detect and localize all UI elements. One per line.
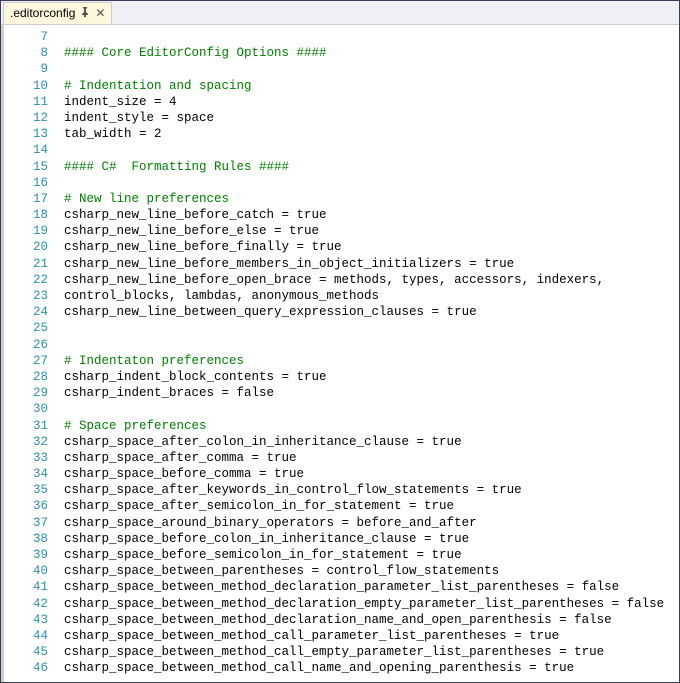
- code-line[interactable]: csharp_new_line_before_catch = true: [64, 207, 679, 223]
- line-number: 43: [18, 612, 48, 628]
- line-number: 15: [18, 159, 48, 175]
- line-number: 30: [18, 401, 48, 417]
- code-line[interactable]: csharp_space_between_method_declaration_…: [64, 612, 679, 628]
- code-line[interactable]: csharp_space_between_parentheses = contr…: [64, 563, 679, 579]
- code-line[interactable]: tab_width = 2: [64, 126, 679, 142]
- comment-text: # New line preferences: [64, 192, 229, 206]
- tab-editorconfig[interactable]: .editorconfig ✕: [3, 2, 112, 24]
- pin-icon[interactable]: [81, 7, 89, 20]
- line-number: 12: [18, 110, 48, 126]
- line-number: 21: [18, 256, 48, 272]
- line-number: 46: [18, 660, 48, 676]
- line-number: 28: [18, 369, 48, 385]
- code-line[interactable]: csharp_space_between_method_call_paramet…: [64, 628, 679, 644]
- code-line[interactable]: csharp_new_line_between_query_expression…: [64, 304, 679, 320]
- tab-label: .editorconfig: [10, 6, 75, 20]
- code-line[interactable]: csharp_space_after_comma = true: [64, 450, 679, 466]
- tab-bar: .editorconfig ✕: [1, 1, 679, 25]
- code-line[interactable]: [64, 29, 679, 45]
- code-line[interactable]: csharp_space_between_method_call_empty_p…: [64, 644, 679, 660]
- line-number: 9: [18, 61, 48, 77]
- code-line[interactable]: csharp_space_before_colon_in_inheritance…: [64, 531, 679, 547]
- code-area[interactable]: #### Core EditorConfig Options #### # Ind…: [56, 25, 679, 682]
- line-number: 45: [18, 644, 48, 660]
- line-number: 17: [18, 191, 48, 207]
- code-line[interactable]: csharp_space_around_binary_operators = b…: [64, 515, 679, 531]
- code-line[interactable]: # New line preferences: [64, 191, 679, 207]
- line-number: 39: [18, 547, 48, 563]
- code-line[interactable]: [64, 401, 679, 417]
- close-icon[interactable]: ✕: [95, 7, 105, 19]
- code-line[interactable]: csharp_new_line_before_members_in_object…: [64, 256, 679, 272]
- code-line[interactable]: #### Core EditorConfig Options ####: [64, 45, 679, 61]
- line-number: 20: [18, 239, 48, 255]
- line-number: 44: [18, 628, 48, 644]
- code-line[interactable]: [64, 61, 679, 77]
- line-number: 37: [18, 515, 48, 531]
- comment-text: # Indentaton preferences: [64, 354, 244, 368]
- line-number: 41: [18, 579, 48, 595]
- comment-text: # Indentation and spacing: [64, 79, 252, 93]
- code-line[interactable]: [64, 142, 679, 158]
- code-line[interactable]: csharp_space_between_method_declaration_…: [64, 579, 679, 595]
- line-number: 7: [18, 29, 48, 45]
- line-number: 19: [18, 223, 48, 239]
- line-number: 14: [18, 142, 48, 158]
- code-line[interactable]: #### C# Formatting Rules ####: [64, 159, 679, 175]
- editor: 7891011121314151617181920212223242526272…: [1, 25, 679, 682]
- line-number: 11: [18, 94, 48, 110]
- line-number: 32: [18, 434, 48, 450]
- code-line[interactable]: [64, 320, 679, 336]
- gutter-spacer: [4, 25, 18, 682]
- line-number: 25: [18, 320, 48, 336]
- line-number: 29: [18, 385, 48, 401]
- code-line[interactable]: csharp_space_before_comma = true: [64, 466, 679, 482]
- line-number: 27: [18, 353, 48, 369]
- code-line[interactable]: indent_size = 4: [64, 94, 679, 110]
- line-number: 35: [18, 482, 48, 498]
- line-number: 13: [18, 126, 48, 142]
- code-line[interactable]: csharp_space_between_method_call_name_an…: [64, 660, 679, 676]
- line-number: 24: [18, 304, 48, 320]
- code-line[interactable]: csharp_indent_braces = false: [64, 385, 679, 401]
- line-number: 22: [18, 272, 48, 288]
- comment-text: #### C# Formatting Rules ####: [64, 160, 289, 174]
- line-number: 33: [18, 450, 48, 466]
- code-line[interactable]: csharp_space_after_keywords_in_control_f…: [64, 482, 679, 498]
- comment-text: # Space preferences: [64, 419, 207, 433]
- code-line[interactable]: csharp_new_line_before_else = true: [64, 223, 679, 239]
- code-line[interactable]: control_blocks, lambdas, anonymous_metho…: [64, 288, 679, 304]
- line-number: 36: [18, 498, 48, 514]
- code-line[interactable]: indent_style = space: [64, 110, 679, 126]
- line-number: 16: [18, 175, 48, 191]
- code-line[interactable]: csharp_space_before_semicolon_in_for_sta…: [64, 547, 679, 563]
- line-number: 31: [18, 418, 48, 434]
- line-number: 18: [18, 207, 48, 223]
- code-line[interactable]: # Space preferences: [64, 418, 679, 434]
- code-line[interactable]: csharp_new_line_before_finally = true: [64, 239, 679, 255]
- line-number: 38: [18, 531, 48, 547]
- code-line[interactable]: # Indentaton preferences: [64, 353, 679, 369]
- code-line[interactable]: csharp_space_after_colon_in_inheritance_…: [64, 434, 679, 450]
- code-line[interactable]: csharp_space_after_semicolon_in_for_stat…: [64, 498, 679, 514]
- line-number: 8: [18, 45, 48, 61]
- code-line[interactable]: csharp_space_between_method_declaration_…: [64, 596, 679, 612]
- comment-text: #### Core EditorConfig Options ####: [64, 46, 327, 60]
- line-number: 42: [18, 596, 48, 612]
- code-line[interactable]: [64, 337, 679, 353]
- line-number: 10: [18, 78, 48, 94]
- line-number-gutter: 7891011121314151617181920212223242526272…: [18, 25, 56, 682]
- line-number: 34: [18, 466, 48, 482]
- code-line[interactable]: csharp_new_line_before_open_brace = meth…: [64, 272, 679, 288]
- code-line[interactable]: # Indentation and spacing: [64, 78, 679, 94]
- code-line[interactable]: csharp_indent_block_contents = true: [64, 369, 679, 385]
- line-number: 40: [18, 563, 48, 579]
- line-number: 26: [18, 337, 48, 353]
- code-line[interactable]: [64, 175, 679, 191]
- line-number: 23: [18, 288, 48, 304]
